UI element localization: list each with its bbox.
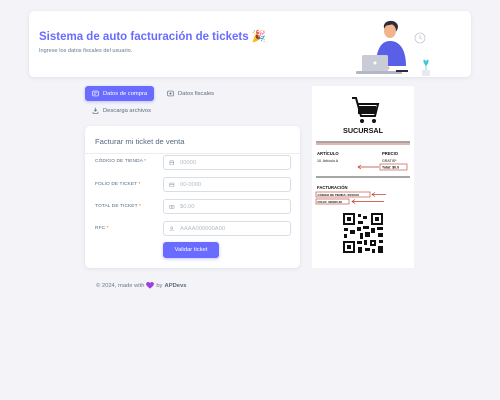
ticket-total: Total: $0.0 [382, 165, 399, 169]
store-code-field[interactable] [163, 155, 291, 170]
folio-field[interactable] [163, 177, 291, 192]
validate-ticket-button[interactable]: Validar ticket [163, 242, 219, 258]
divider [85, 153, 300, 154]
total-input[interactable] [180, 200, 288, 213]
header-card: Sistema de auto facturación de tickets 🎉… [29, 11, 471, 77]
page-subtitle: Ingrese los datos fiscales del usuario. [39, 48, 133, 54]
total-label: TOTAL DE TICKET * [95, 204, 141, 209]
folio-label: FOLIO DE TICKET * [95, 182, 141, 187]
ticket-drawing: SUCURSAL ARTÍCULO PRECIO 10. Artículo A … [315, 97, 410, 254]
folio-input[interactable] [180, 178, 288, 191]
tab-bar: Datos de compra Datos fiscales Descarga … [85, 86, 300, 118]
receipt-icon [92, 90, 99, 97]
id-card-icon [167, 90, 174, 97]
rfc-input[interactable] [180, 222, 288, 235]
tab-datos-de-compra[interactable]: Datos de compra [85, 86, 155, 101]
store-code-label: CÓDIGO DE TIENDA * [95, 159, 147, 164]
ticket-store-code: CÓDIGO DE TIENDA: XXXXXX [318, 192, 360, 197]
billing-section: FACTURACIÓN [317, 185, 347, 190]
col-article: ARTÍCULO [317, 151, 339, 156]
tab-descarga-archivos[interactable]: Descarga archivos [85, 103, 158, 118]
footer-by: by [156, 282, 163, 289]
item-name: 10. Artículo A [317, 159, 339, 163]
rfc-field[interactable] [163, 221, 291, 236]
store-name: SUCURSAL [343, 126, 384, 135]
tab-label: Datos fiscales [178, 90, 215, 97]
rfc-label: RFC * [95, 226, 109, 231]
invoice-form-card: Facturar mi ticket de venta CÓDIGO DE TI… [85, 126, 300, 268]
item-price: GRATIS* [382, 159, 397, 163]
footer-text: © 2024, made with [96, 282, 145, 289]
download-icon [92, 107, 99, 114]
store-icon [164, 156, 180, 169]
money-icon [164, 200, 180, 213]
cart-icon [352, 97, 380, 123]
col-price: PRECIO [382, 151, 399, 156]
footer: © 2024, made with by APDevs [96, 282, 186, 289]
tab-label: Datos de compra [103, 90, 148, 97]
page-title: Sistema de auto facturación de tickets 🎉 [39, 31, 267, 43]
tab-datos-fiscales[interactable]: Datos fiscales [160, 86, 221, 101]
tab-label: Descarga archivos [103, 107, 152, 114]
ticket-sample: SUCURSAL ARTÍCULO PRECIO 10. Artículo A … [312, 86, 414, 268]
developer-illustration [356, 20, 430, 76]
form-title: Facturar mi ticket de venta [95, 137, 185, 146]
total-field[interactable] [163, 199, 291, 214]
store-code-input[interactable] [180, 156, 288, 169]
user-icon [164, 222, 180, 235]
calendar-icon [164, 178, 180, 191]
qr-code [342, 212, 384, 254]
ticket-folio: FOLIO: 000000-00 [318, 200, 343, 204]
footer-brand-link[interactable]: APDevs [165, 283, 187, 289]
heart-icon [146, 282, 155, 289]
